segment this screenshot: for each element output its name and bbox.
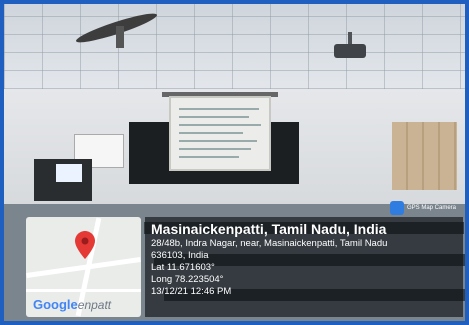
address-line-1: 28/48b, Indra Nagar, near, Masinaickenpa…	[151, 238, 388, 249]
location-title: Masinaickenpatti, Tamil Nadu, India	[151, 221, 387, 237]
wooden-panel	[392, 122, 457, 190]
ceiling	[4, 4, 465, 89]
datetime: 13/12/21 12:46 PM	[151, 286, 232, 297]
longitude: Long 78.223504°	[151, 274, 224, 285]
latitude: Lat 11.671603°	[151, 262, 215, 273]
google-label: Google	[33, 297, 78, 312]
google-suffix: enpatt	[77, 298, 112, 312]
ceiling-fan-hub	[116, 26, 124, 48]
projection-screen	[169, 96, 271, 171]
photo-frame: GPS Map Camera Googleenpatt Masinaickenp…	[0, 0, 469, 325]
location-info-panel: Masinaickenpatti, Tamil Nadu, India 28/4…	[145, 217, 463, 317]
gps-map-camera-badge: GPS Map Camera	[390, 200, 462, 216]
google-logo: Googleenpatt	[33, 297, 111, 312]
map-thumbnail: Googleenpatt	[26, 217, 141, 317]
location-pin-icon	[75, 231, 95, 259]
gps-badge-label: GPS Map Camera	[407, 205, 457, 211]
projector	[334, 44, 366, 58]
gps-map-camera-icon	[390, 201, 404, 215]
computer-monitor	[56, 164, 82, 182]
address-line-2: 636103, India	[151, 250, 209, 261]
